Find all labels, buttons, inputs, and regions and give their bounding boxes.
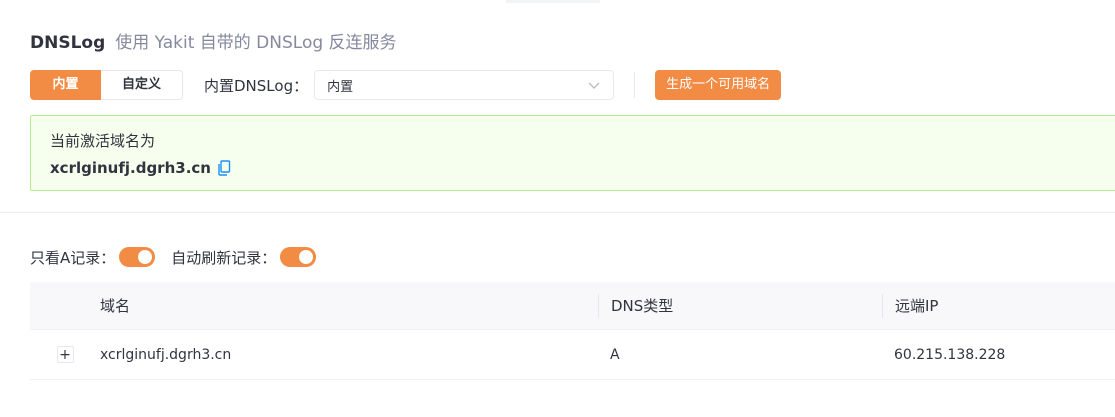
mode-tab-builtin[interactable]: 内置 (30, 70, 101, 100)
mode-segmented-control: 内置 自定义 (30, 70, 183, 100)
page-header: DNSLog 使用 Yakit 自带的 DNSLog 反连服务 (30, 28, 397, 53)
column-header-dns-type: DNS类型 (598, 293, 882, 318)
controls-bar: 内置 自定义 内置DNSLog： 内置 生成一个可用域名 (30, 70, 782, 100)
cell-dns-type: A (610, 346, 620, 363)
vertical-divider (634, 72, 636, 98)
page-subtitle: 使用 Yakit 自带的 DNSLog 反连服务 (115, 33, 397, 53)
dnslog-select[interactable]: 内置 (314, 70, 615, 100)
generate-domain-button[interactable]: 生成一个可用域名 (655, 70, 782, 100)
page-title: DNSLog (30, 33, 106, 53)
copy-icon[interactable] (217, 160, 231, 176)
cell-remote-ip: 60.215.138.228 (894, 346, 1006, 363)
dns-records-table: 域名 DNS类型 远端IP + xcrlginufj.dgrh3.cn A 60… (30, 282, 1115, 380)
section-divider (0, 212, 1115, 213)
expand-row-button[interactable]: + (56, 346, 74, 363)
expand-cell: + (30, 330, 100, 379)
cell-domain: xcrlginufj.dgrh3.cn (100, 346, 232, 363)
only-a-record-label: 只看A记录： (30, 248, 116, 267)
active-domain-alert: 当前激活域名为 xcrlginufj.dgrh3.cn (30, 115, 1115, 191)
column-header-domain: 域名 (100, 297, 131, 315)
table-header: 域名 DNS类型 远端IP (30, 282, 1115, 330)
filter-switches: 只看A记录： 自动刷新记录： (30, 245, 317, 269)
mode-tab-custom[interactable]: 自定义 (101, 70, 183, 100)
column-header-remote-ip: 远端IP (882, 293, 1115, 318)
table-row: + xcrlginufj.dgrh3.cn A 60.215.138.228 (30, 330, 1115, 380)
auto-refresh-toggle[interactable] (280, 247, 317, 267)
dnslog-select-label: 内置DNSLog： (204, 76, 309, 95)
dnslog-select-value: 内置 (327, 79, 354, 95)
active-domain-text: xcrlginufj.dgrh3.cn (50, 159, 211, 177)
auto-refresh-label: 自动刷新记录： (171, 248, 277, 267)
top-strip (506, 0, 600, 3)
expand-column-header (30, 282, 100, 329)
alert-message: 当前激活域名为 (50, 132, 156, 150)
chevron-down-icon (587, 78, 601, 92)
only-a-record-toggle[interactable] (119, 247, 156, 267)
active-domain: xcrlginufj.dgrh3.cn (50, 159, 1115, 177)
